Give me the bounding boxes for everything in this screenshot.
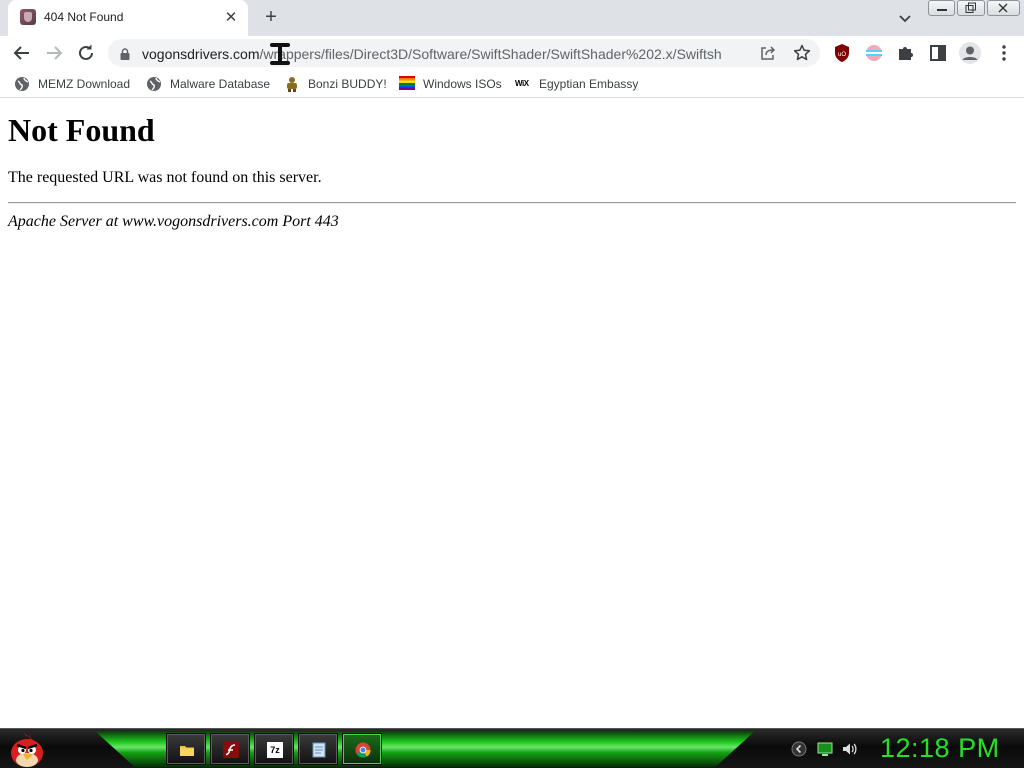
svg-text:uO: uO — [838, 52, 846, 58]
error-message: The requested URL was not found on this … — [8, 169, 322, 186]
chrome-icon — [355, 742, 371, 758]
tab-strip: 404 Not Found ✕ + — [0, 0, 1024, 36]
page-favicon-icon — [20, 9, 36, 25]
bookmark-memz-download[interactable]: MEMZ Download — [14, 76, 130, 92]
taskbar: 7z 12:18 PM — [0, 728, 1024, 768]
url-path: /wrappers/files/Direct3D/Software/SwiftS… — [259, 46, 722, 62]
back-icon[interactable] — [10, 41, 34, 65]
notepad-icon — [311, 742, 327, 758]
menu-icon[interactable] — [994, 43, 1014, 63]
flag-extension-icon[interactable] — [864, 43, 884, 63]
address-bar[interactable]: vogonsdrivers.com/wrappers/files/Direct3… — [108, 39, 820, 67]
bookmark-label: MEMZ Download — [38, 77, 131, 91]
taskbar-folder-button[interactable] — [166, 733, 206, 765]
url-text[interactable]: vogonsdrivers.com/wrappers/files/Direct3… — [142, 46, 722, 62]
bookmark-bonzi-buddy[interactable]: Bonzi BUDDY! — [284, 76, 387, 92]
browser-toolbar: vogonsdrivers.com/wrappers/files/Direct3… — [0, 36, 1024, 70]
chevron-icon[interactable] — [791, 741, 807, 757]
text-cursor-icon — [268, 43, 292, 65]
taskbar-notepad-button[interactable] — [298, 733, 338, 765]
taskbar-chrome-button[interactable] — [342, 733, 382, 765]
bookmark-malware-database[interactable]: Malware Database — [146, 76, 270, 92]
taskbar-7zip-button[interactable]: 7z — [254, 733, 294, 765]
puzzle-icon[interactable] — [896, 43, 916, 63]
profile-icon[interactable] — [958, 41, 982, 65]
flash-icon — [223, 742, 239, 758]
network-icon[interactable] — [817, 741, 833, 757]
lock-icon[interactable] — [120, 47, 130, 60]
restore-button[interactable] — [957, 0, 985, 16]
page-heading: Not Found — [8, 112, 155, 148]
angry-bird-icon[interactable] — [6, 731, 48, 768]
tab-title: 404 Not Found — [44, 10, 124, 24]
taskbar-clock[interactable]: 12:18 PM — [880, 733, 1000, 764]
folder-icon — [179, 742, 195, 758]
taskbar-flash-button[interactable] — [210, 733, 250, 765]
window-controls — [928, 0, 1020, 18]
bookmarks-bar: MEMZ Download Malware Database Bonzi BUD… — [0, 70, 1024, 98]
bookmark-windows-isos[interactable]: Windows ISOs — [399, 76, 502, 92]
minimize-button[interactable] — [928, 0, 956, 16]
globe-icon — [14, 76, 30, 92]
tab-404-not-found[interactable]: 404 Not Found ✕ — [8, 0, 248, 36]
ublock-icon[interactable]: uO — [832, 43, 852, 63]
volume-icon[interactable] — [841, 741, 857, 757]
reload-icon[interactable] — [74, 41, 98, 65]
7zip-icon: 7z — [267, 742, 283, 758]
bookmark-label: Windows ISOs — [423, 77, 502, 91]
bookmark-label: Bonzi BUDDY! — [308, 77, 387, 91]
star-icon[interactable] — [793, 44, 811, 62]
tab-search-chevron-icon[interactable] — [895, 8, 915, 28]
tab-close-icon[interactable]: ✕ — [222, 9, 240, 27]
rainbow-flag-icon — [399, 76, 415, 92]
globe-icon — [146, 76, 162, 92]
bookmark-egyptian-embassy[interactable]: WiX Egyptian Embassy — [515, 76, 638, 92]
url-host: vogonsdrivers.com — [142, 46, 260, 62]
server-signature: Apache Server at www.vogonsdrivers.com P… — [8, 213, 339, 230]
divider — [8, 202, 1016, 204]
bookmark-label: Egyptian Embassy — [539, 77, 639, 91]
forward-icon[interactable] — [42, 41, 66, 65]
close-window-button[interactable] — [986, 0, 1020, 16]
side-panel-icon[interactable] — [928, 43, 948, 63]
bonzi-icon — [284, 76, 300, 92]
wix-icon: WiX — [515, 79, 529, 88]
new-tab-button[interactable]: + — [259, 6, 283, 30]
bookmark-label: Malware Database — [170, 77, 271, 91]
share-icon[interactable] — [760, 45, 776, 61]
page-content: Not Found The requested URL was not foun… — [0, 103, 1024, 728]
